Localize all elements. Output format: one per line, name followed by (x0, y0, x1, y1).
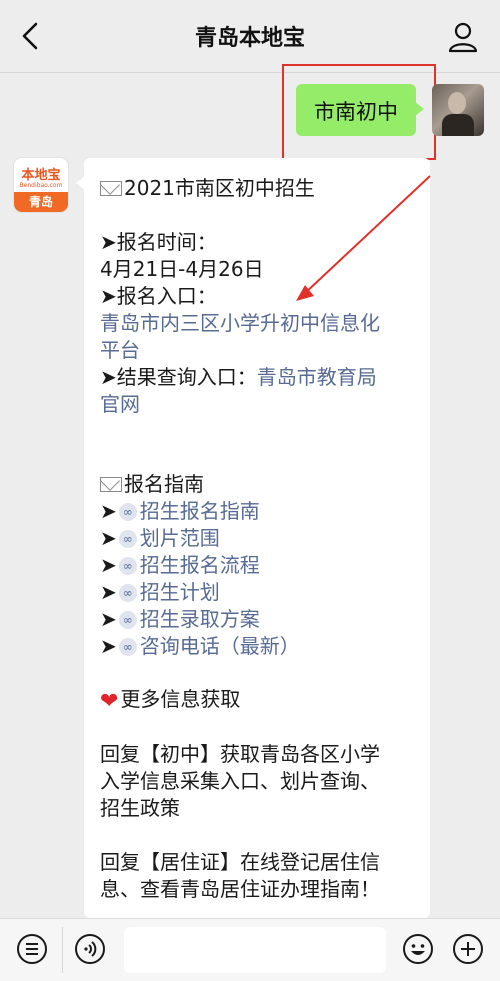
sent-message-bubble[interactable]: 市南初中 (296, 84, 424, 136)
link-icon: ∞ (118, 530, 137, 548)
guide-item[interactable]: ➤ ∞ 咨询电话（最新） (100, 630, 300, 659)
reg-entry-link-cont[interactable]: 平台 (100, 334, 140, 363)
user-profile-icon[interactable] (446, 20, 480, 54)
reply-instruction-1: 招生政策 (100, 796, 180, 820)
result-link-cont[interactable]: 官网 (100, 388, 140, 417)
top-nav-bar: 青岛本地宝 (0, 0, 500, 73)
guide-title: 报名指南 (124, 472, 204, 496)
reply-instruction-1: 回复【初中】获取青岛各区小学 (100, 742, 380, 766)
logo-text-bottom: 青岛 (14, 192, 68, 212)
reg-time-value: 4月21日-4月26日 (100, 257, 264, 281)
logo-text-sub: Bendibao.com (19, 182, 63, 189)
menu-icon[interactable] (16, 933, 48, 965)
headline: 2021市南区初中招生 (124, 176, 315, 200)
envelope-icon (100, 181, 122, 196)
guide-title-row: 报名指南 (100, 468, 204, 497)
headline-row: 2021市南区初中招生 (100, 172, 315, 201)
link-icon: ∞ (118, 503, 137, 521)
reg-entry-label: ➤报名入口： (100, 284, 217, 308)
chat-input-bar (0, 918, 500, 981)
logo-text-top: 本地宝 (21, 168, 61, 183)
result-link[interactable]: 青岛市教育局 (257, 365, 377, 389)
guide-item[interactable]: ➤ ∞ 招生报名指南 (100, 495, 260, 524)
guide-item[interactable]: ➤ ∞ 招生录取方案 (100, 603, 260, 632)
result-label: ➤结果查询入口： (100, 365, 257, 389)
link-icon: ∞ (118, 638, 137, 656)
divider (62, 927, 63, 973)
guide-item[interactable]: ➤ ∞ 招生计划 (100, 576, 220, 605)
link-icon: ∞ (118, 557, 137, 575)
emoji-icon[interactable] (402, 933, 434, 965)
sent-message-text: 市南初中 (314, 100, 398, 124)
voice-icon[interactable] (74, 933, 106, 965)
reply-message-bubble: 2021市南区初中招生 ➤报名时间： 4月21日-4月26日 ➤报名入口： 青岛… (76, 158, 430, 918)
reply-instruction-2: 回复【居住证】在线登记居住信 (100, 850, 380, 874)
more-info-title: 更多信息获取 (120, 687, 241, 711)
reg-time-label: ➤报名时间： (100, 230, 217, 254)
link-icon: ∞ (118, 611, 137, 629)
my-avatar[interactable] (432, 84, 484, 136)
message-input[interactable] (124, 927, 386, 973)
guide-item[interactable]: ➤ ∞ 划片范围 (100, 522, 220, 551)
more-info-row: ❤ 更多信息获取 (100, 683, 240, 714)
chat-title: 青岛本地宝 (194, 26, 305, 51)
envelope-icon (100, 477, 122, 492)
result-row: ➤结果查询入口：青岛市教育局 (100, 361, 377, 390)
heart-icon: ❤ (100, 689, 119, 714)
account-avatar-logo[interactable]: 本地宝 Bendibao.com 青岛 (14, 158, 68, 212)
reg-entry-link[interactable]: 青岛市内三区小学升初中信息化 (100, 307, 380, 336)
guide-item[interactable]: ➤ ∞ 招生报名流程 (100, 549, 260, 578)
link-icon: ∞ (118, 584, 137, 602)
reply-instruction-2: 息、查看青岛居住证办理指南！ (100, 877, 380, 901)
reply-instruction-1: 入学信息采集入口、划片查询、 (100, 769, 380, 793)
plus-icon[interactable] (452, 933, 484, 965)
